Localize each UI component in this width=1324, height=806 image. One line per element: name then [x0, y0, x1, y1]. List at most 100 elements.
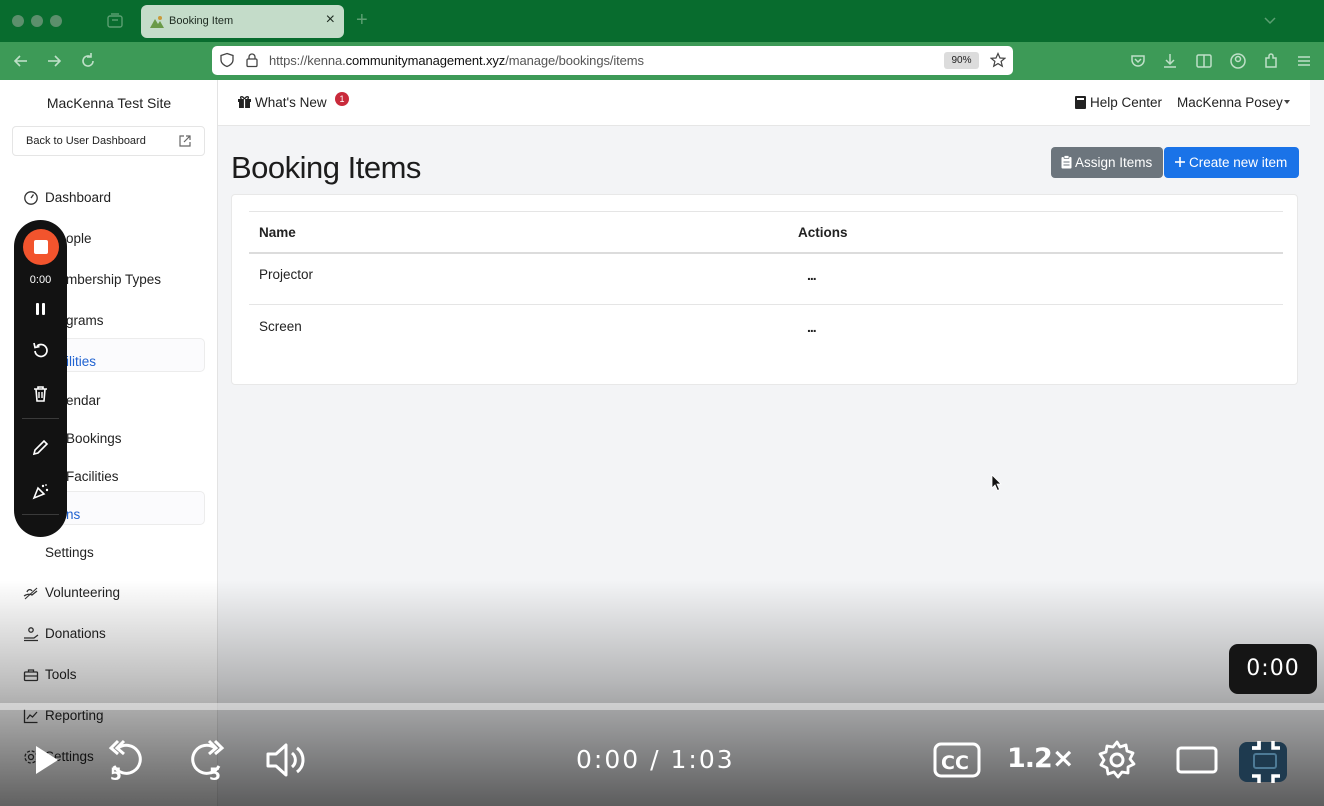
shield-icon[interactable]: [219, 52, 235, 68]
tab-title: Booking Item: [169, 15, 234, 27]
whats-new-link[interactable]: What's New: [255, 95, 327, 110]
speedometer-icon: [24, 191, 38, 205]
video-time-display: 0:00 / 1:03: [576, 745, 735, 774]
sidebar-item-label: grams: [66, 313, 104, 328]
gift-icon: [238, 96, 251, 108]
account-icon[interactable]: [1228, 51, 1248, 71]
create-new-item-button[interactable]: Create new item: [1164, 147, 1299, 178]
menu-icon[interactable]: [1294, 51, 1314, 71]
assign-items-label: Assign Items: [1075, 155, 1153, 170]
mouse-cursor-icon: [991, 474, 1002, 492]
restart-icon[interactable]: [31, 341, 50, 360]
reader-view-icon[interactable]: [1194, 51, 1214, 71]
effects-icon[interactable]: [31, 482, 50, 501]
chevron-down-icon[interactable]: [1262, 12, 1278, 28]
back-to-dashboard-button[interactable]: Back to User Dashboard: [12, 126, 205, 156]
playback-speed[interactable]: 1.2×: [1007, 743, 1074, 774]
tab-list-icon[interactable]: [106, 12, 124, 30]
video-progress-bar[interactable]: [0, 703, 1324, 710]
book-icon: [1075, 96, 1086, 109]
column-header-actions: Actions: [798, 225, 848, 240]
hand-heart-icon: [23, 587, 38, 600]
address-bar[interactable]: https://kenna.communitymanagement.xyz/ma…: [212, 46, 1013, 75]
table-divider: [249, 211, 1283, 212]
reload-icon[interactable]: [78, 51, 98, 71]
svg-text:CC: CC: [941, 752, 969, 774]
closed-captions-icon[interactable]: CC: [933, 738, 981, 782]
sidebar-item-label: endar: [66, 393, 101, 408]
gear-icon[interactable]: [1095, 738, 1139, 782]
theater-mode-icon[interactable]: [1175, 738, 1219, 782]
recording-toolbar: 0:00: [14, 220, 67, 537]
browser-tab-active[interactable]: Booking Item ×: [141, 5, 344, 38]
table-divider: [249, 304, 1283, 305]
trash-icon[interactable]: [31, 384, 50, 403]
window-minimize-dot[interactable]: [31, 15, 43, 27]
booking-items-table-card: Name Actions Projector ... Screen ...: [231, 194, 1298, 385]
sidebar-item-label: Tools: [45, 667, 77, 682]
window-zoom-dot[interactable]: [50, 15, 62, 27]
lock-icon[interactable]: [244, 52, 260, 68]
url-prefix: https://kenna.: [269, 53, 346, 68]
svg-text:5: 5: [110, 765, 122, 782]
rewind-5-icon[interactable]: 5: [104, 738, 148, 782]
download-icon[interactable]: [1160, 51, 1180, 71]
hover-time-tooltip: 0:00: [1229, 644, 1317, 694]
zoom-level[interactable]: 90%: [944, 52, 979, 69]
back-arrow-icon[interactable]: [11, 51, 31, 71]
url-domain: communitymanagement.xyz: [345, 53, 506, 68]
forward-5-icon[interactable]: 5: [185, 738, 229, 782]
item-name-cell: Screen: [259, 319, 302, 334]
extensions-icon[interactable]: [1261, 51, 1281, 71]
column-header-name: Name: [259, 225, 296, 240]
top-header: What's New 1 Help Center MacKenna Posey: [218, 80, 1310, 126]
caret-down-icon[interactable]: [1284, 100, 1290, 104]
row-actions-menu[interactable]: ...: [807, 319, 817, 335]
fullscreen-icon[interactable]: [1237, 738, 1293, 786]
pencil-icon[interactable]: [31, 438, 50, 457]
sidebar-subitem-settings[interactable]: Settings: [0, 537, 218, 567]
bookmark-star-icon[interactable]: [990, 52, 1006, 68]
time-separator: /: [650, 745, 661, 774]
page-title: Booking Items: [231, 150, 421, 185]
pocket-icon[interactable]: [1128, 51, 1148, 71]
window-close-dot[interactable]: [12, 15, 24, 27]
site-favicon-icon: [150, 16, 164, 28]
sidebar-item-label: ilities: [66, 354, 97, 369]
table-header-divider: [249, 252, 1283, 254]
sidebar-item-donations[interactable]: Donations: [0, 618, 218, 648]
sidebar-item-label: Dashboard: [45, 190, 112, 205]
volume-icon[interactable]: [264, 738, 308, 782]
toolbar-divider: [22, 418, 59, 419]
sidebar-item-dashboard[interactable]: Dashboard: [0, 182, 218, 212]
current-time: 0:00: [576, 745, 641, 774]
url-path: /manage/bookings/items: [505, 53, 644, 68]
help-center-link[interactable]: Help Center: [1090, 95, 1162, 110]
sidebar-item-label: Facilities: [66, 469, 119, 484]
item-name-cell: Projector: [259, 267, 314, 282]
donation-icon: [24, 627, 39, 642]
sidebar-item-label: ns: [66, 507, 81, 522]
sidebar-item-tools[interactable]: Tools: [0, 659, 218, 689]
toolbar-divider: [22, 514, 59, 515]
recording-timer: 0:00: [29, 274, 52, 286]
sidebar-item-label: mbership Types: [66, 272, 162, 287]
sidebar-item-label: Settings: [45, 545, 94, 560]
assign-items-button[interactable]: Assign Items: [1051, 147, 1163, 178]
sidebar-item-label: Volunteering: [45, 585, 121, 600]
external-link-icon: [179, 135, 191, 147]
sidebar-item-label: Reporting: [45, 708, 104, 723]
url-text[interactable]: https://kenna.communitymanagement.xyz/ma…: [269, 53, 644, 68]
tab-close-icon[interactable]: ×: [326, 11, 335, 29]
forward-arrow-icon[interactable]: [44, 51, 64, 71]
play-icon[interactable]: [24, 738, 68, 782]
create-new-item-label: Create new item: [1189, 155, 1288, 170]
sidebar-item-label: ople: [66, 231, 92, 246]
new-tab-icon[interactable]: +: [356, 9, 368, 32]
sidebar-item-volunteering[interactable]: Volunteering: [0, 577, 218, 607]
pause-icon[interactable]: [31, 300, 50, 319]
site-name: MacKenna Test Site: [46, 95, 172, 111]
user-menu[interactable]: MacKenna Posey: [1177, 95, 1283, 110]
row-actions-menu[interactable]: ...: [807, 267, 817, 283]
stop-recording-button[interactable]: [23, 229, 59, 265]
